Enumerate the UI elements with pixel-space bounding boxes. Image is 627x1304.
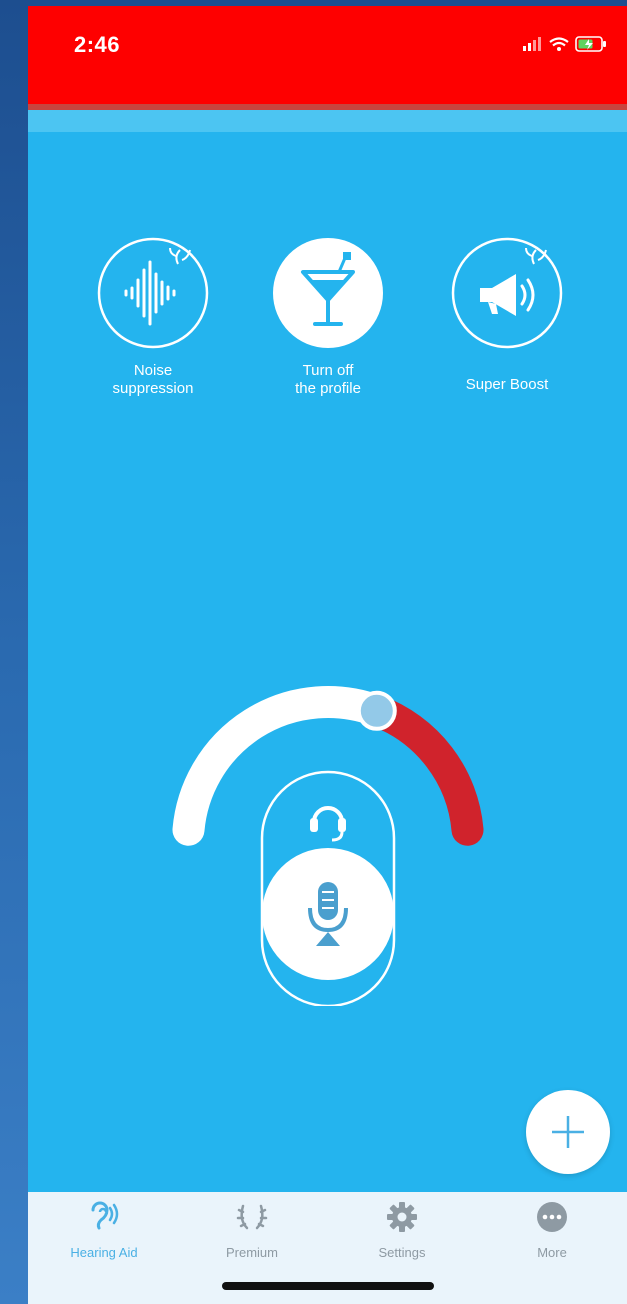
soundwave-icon — [97, 237, 209, 349]
volume-knob[interactable] — [356, 690, 397, 731]
headset-icon — [310, 806, 346, 842]
profile-super-boost-label: Super Boost — [465, 376, 549, 393]
status-icons — [523, 36, 607, 52]
volume-control — [168, 646, 488, 1008]
cocktail-glass-icon — [273, 238, 383, 348]
app-screen: 2:46 Noise suppression Turn off the prof… — [28, 6, 627, 1304]
tab-hearing-aid[interactable]: Hearing Aid — [44, 1200, 164, 1270]
volume-arc[interactable] — [168, 646, 488, 1008]
tab-more[interactable]: More — [492, 1200, 612, 1270]
wifi-icon — [549, 36, 569, 51]
status-bar: 2:46 — [28, 6, 627, 104]
plus-icon — [552, 1116, 584, 1148]
profile-noise-suppression-button[interactable] — [96, 236, 210, 350]
ellipsis-icon — [537, 1202, 567, 1232]
header-band — [28, 110, 627, 132]
profile-super-boost-button[interactable] — [450, 236, 564, 350]
laurel-icon — [236, 1204, 268, 1230]
microphone-button[interactable] — [262, 848, 394, 980]
tab-hearing-aid-label: Hearing Aid — [70, 1245, 138, 1260]
tab-settings[interactable]: Settings — [342, 1200, 462, 1270]
signal-icon — [523, 37, 541, 51]
volume-track — [172, 686, 393, 846]
profile-turn-off-label: Turn off the profile — [295, 362, 361, 397]
laurel-badge-icon — [525, 247, 547, 265]
status-time: 2:46 — [74, 32, 121, 57]
battery-icon — [575, 36, 606, 52]
volume-high-zone — [360, 694, 484, 846]
tab-settings-label: Settings — [378, 1245, 426, 1260]
profile-noise-suppression-label: Noise suppression — [112, 362, 194, 397]
megaphone-icon — [451, 237, 563, 349]
ear-icon — [91, 1201, 119, 1230]
tab-premium-label: Premium — [225, 1245, 278, 1260]
add-profile-button[interactable] — [526, 1090, 610, 1174]
headset-button[interactable] — [310, 806, 346, 842]
tab-premium[interactable]: Premium — [192, 1200, 312, 1270]
tab-more-label: More — [537, 1245, 567, 1260]
gear-icon — [387, 1202, 417, 1232]
profile-turn-off-button[interactable] — [271, 236, 385, 350]
home-indicator — [222, 1282, 434, 1290]
